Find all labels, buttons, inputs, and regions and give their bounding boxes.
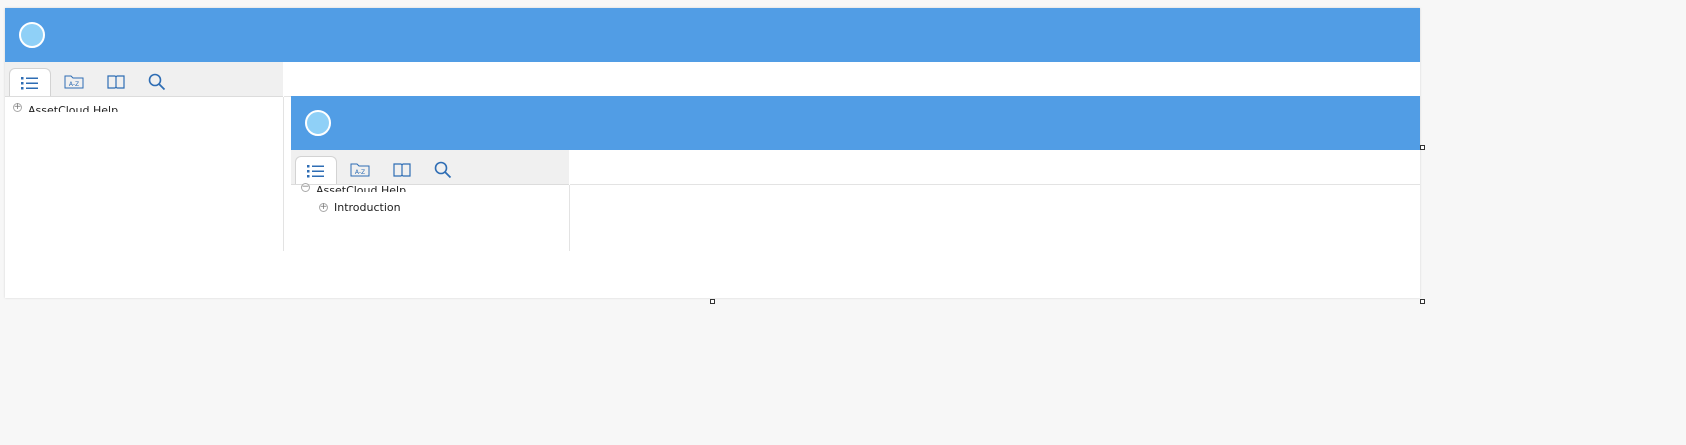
- tab-search[interactable]: [136, 68, 178, 96]
- search-icon: [434, 161, 452, 179]
- svg-text:A-Z: A-Z: [69, 81, 79, 88]
- inner-help-frame: A-Z − AssetCloud Help + Introduction: [291, 96, 1420, 251]
- nav-tabbar: A-Z: [5, 62, 283, 97]
- tab-contents[interactable]: [295, 156, 337, 184]
- tree-item-root[interactable]: − AssetCloud Help: [301, 183, 406, 192]
- tree-item-root[interactable]: + AssetCloud Help: [13, 103, 118, 112]
- tab-glossary[interactable]: [95, 68, 137, 96]
- open-book-icon: [393, 163, 411, 177]
- nav-tabbar-inner: A-Z: [291, 150, 569, 185]
- resize-handle-bottom[interactable]: [710, 299, 715, 304]
- tab-index[interactable]: A-Z: [53, 68, 95, 96]
- expand-icon[interactable]: +: [319, 203, 328, 212]
- tab-search[interactable]: [422, 156, 464, 184]
- tab-glossary[interactable]: [381, 156, 423, 184]
- app-header-inner: [291, 96, 1420, 150]
- tab-index[interactable]: A-Z: [339, 156, 381, 184]
- content-divider: [570, 184, 1420, 185]
- circle-logo-icon[interactable]: [305, 110, 331, 136]
- content-area: [5, 251, 1420, 298]
- resize-handle-corner[interactable]: [1420, 299, 1425, 304]
- collapse-icon[interactable]: −: [301, 183, 310, 192]
- tree-item-label: Introduction: [334, 201, 401, 214]
- svg-text:A-Z: A-Z: [355, 169, 365, 176]
- tree-item-label: AssetCloud Help: [28, 103, 119, 112]
- app-header: [5, 8, 1420, 62]
- toc-sidebar: + AssetCloud Help: [5, 97, 284, 251]
- expand-icon[interactable]: +: [13, 103, 22, 112]
- toc-sidebar-inner: − AssetCloud Help + Introduction: [291, 183, 570, 251]
- az-index-icon: A-Z: [350, 163, 370, 177]
- tree-item-introduction[interactable]: + Introduction: [319, 201, 401, 214]
- resize-handle-right[interactable]: [1420, 145, 1425, 150]
- circle-logo-icon[interactable]: [19, 22, 45, 48]
- outer-help-frame: A-Z + AssetCloud Help A-Z − AssetCloud H…: [5, 8, 1420, 298]
- tab-contents[interactable]: [9, 68, 51, 96]
- list-icon: [307, 164, 324, 177]
- open-book-icon: [107, 75, 125, 89]
- search-icon: [148, 73, 166, 91]
- list-icon: [21, 76, 38, 89]
- tree-item-label: AssetCloud Help: [316, 183, 407, 192]
- az-index-icon: A-Z: [64, 75, 84, 89]
